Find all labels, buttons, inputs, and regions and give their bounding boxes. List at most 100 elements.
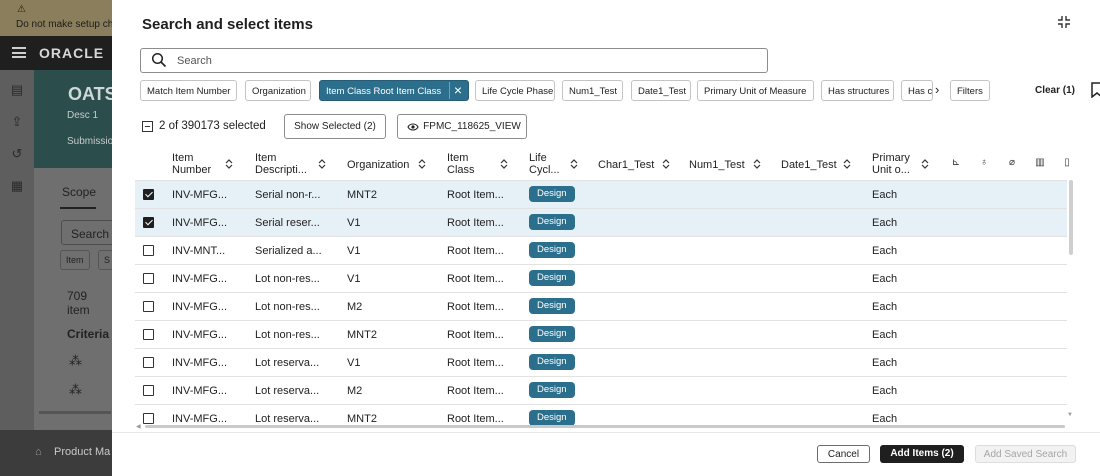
cell-item-number[interactable]: INV-MFG... <box>172 329 250 341</box>
row-select-checkbox[interactable] <box>143 329 154 340</box>
table-row[interactable]: INV-MFG... Serial reser... V1 Root Item... D… <box>135 208 1067 236</box>
cell-uom: Each <box>872 273 898 285</box>
filter-chip-num1[interactable]: Num1_Test <box>562 80 623 101</box>
filter-chip-primary-uom[interactable]: Primary Unit of Measure <box>697 80 814 101</box>
cell-item-number[interactable]: INV-MFG... <box>172 385 250 397</box>
history-icon[interactable]: ↺ <box>9 146 25 162</box>
clear-filters-button[interactable]: Clear (1) <box>1035 85 1075 96</box>
table-row[interactable]: INV-MFG... Lot reserva... MNT2 Root Item...… <box>135 404 1067 425</box>
factory-column-icon[interactable]: ▥ <box>1034 157 1046 169</box>
scroll-down-icon[interactable]: ▼ <box>1067 412 1073 418</box>
row-select-checkbox[interactable] <box>143 245 154 256</box>
bookmark-icon[interactable] <box>1090 82 1100 98</box>
sort-icon[interactable] <box>500 158 508 170</box>
report-icon[interactable]: ▤ <box>9 82 25 98</box>
export-icon[interactable]: ⇪ <box>9 114 25 130</box>
sort-icon[interactable] <box>418 158 426 170</box>
table-row[interactable]: INV-MFG... Lot non-res... M2 Root Item... De… <box>135 292 1067 320</box>
deselect-all-checkbox[interactable] <box>142 121 153 132</box>
filter-chip-has-structures[interactable]: Has structures <box>821 80 894 101</box>
home-icon[interactable]: ⌂ <box>35 446 42 458</box>
sort-icon[interactable] <box>225 158 233 170</box>
footer-label: Product Ma <box>54 446 111 458</box>
cell-description: Lot reserva... <box>255 413 320 425</box>
column-header-primary-uom[interactable]: Primary Unit o... <box>872 148 942 180</box>
document-column-icon[interactable]: ▯ <box>1061 157 1073 169</box>
cell-uom: Each <box>872 245 898 257</box>
sort-icon[interactable] <box>753 158 761 170</box>
background-chip[interactable]: Item <box>60 250 90 270</box>
view-selector-button[interactable]: FPMC_118625_VIEW <box>397 114 527 139</box>
cell-item-number[interactable]: INV-MFG... <box>172 301 250 313</box>
view-label: FPMC_118625_VIEW <box>423 121 521 132</box>
filter-chip-truncated[interactable]: Has c <box>901 80 933 101</box>
search-input[interactable] <box>177 52 757 69</box>
column-header-item-class[interactable]: Item Class <box>447 148 517 180</box>
cell-item-number[interactable]: INV-MFG... <box>172 217 250 229</box>
row-select-checkbox[interactable] <box>143 413 154 424</box>
row-select-checkbox[interactable] <box>143 217 154 228</box>
scroll-left-icon[interactable]: ◀ <box>136 423 141 430</box>
criteria-label: Criteria <box>67 327 110 341</box>
filter-chip-lifecycle-phase[interactable]: Life Cycle Phase <box>475 80 555 101</box>
remove-filter-icon[interactable]: × <box>449 82 463 99</box>
column-header-item-number[interactable]: Item Number <box>172 148 242 180</box>
row-select-checkbox[interactable] <box>143 301 154 312</box>
filter-chip-date1[interactable]: Date1_Test <box>631 80 691 101</box>
add-saved-search-button[interactable]: Add Saved Search <box>975 445 1076 463</box>
add-items-button[interactable]: Add Items (2) <box>880 445 964 463</box>
horizontal-scrollbar[interactable] <box>145 425 1065 428</box>
items-table: Item Number Item Descripti... Organizati… <box>135 148 1075 425</box>
cell-item-number[interactable]: INV-MFG... <box>172 357 250 369</box>
cell-item-number[interactable]: INV-MFG... <box>172 413 250 425</box>
menu-icon[interactable] <box>12 47 26 58</box>
filters-button[interactable]: Filters <box>950 80 990 101</box>
table-row[interactable]: INV-MFG... Lot reserva... M2 Root Item... De… <box>135 376 1067 404</box>
row-select-checkbox[interactable] <box>143 385 154 396</box>
attachment-column-icon[interactable]: ⌀ <box>1006 157 1018 169</box>
cancel-button[interactable]: Cancel <box>817 445 870 463</box>
table-row[interactable]: INV-MFG... Lot reserva... V1 Root Item... De… <box>135 348 1067 376</box>
sort-icon[interactable] <box>318 158 326 170</box>
cell-item-class: Root Item... <box>447 357 504 369</box>
row-select-checkbox[interactable] <box>143 357 154 368</box>
show-selected-button[interactable]: Show Selected (2) <box>284 114 386 139</box>
table-row[interactable]: INV-MFG... Lot non-res... MNT2 Root Item...… <box>135 320 1067 348</box>
table-row[interactable]: INV-MFG... Lot non-res... V1 Root Item... De… <box>135 264 1067 292</box>
chevron-right-icon[interactable]: › <box>935 82 939 97</box>
cell-item-number[interactable]: INV-MFG... <box>172 189 250 201</box>
column-header-char1[interactable]: Char1_Test <box>598 148 678 180</box>
tab-scope[interactable]: Scope <box>62 185 96 199</box>
column-header-lifecycle[interactable]: Life Cycl... <box>529 148 589 180</box>
search-field[interactable] <box>140 48 768 73</box>
warning-text: Do not make setup ch <box>16 19 114 30</box>
column-header-item-description[interactable]: Item Descripti... <box>255 148 335 180</box>
cell-description: Serial reser... <box>255 217 320 229</box>
background-scrollbar[interactable] <box>39 411 111 414</box>
filter-chip-organization[interactable]: Organization <box>245 80 311 101</box>
lifecycle-badge: Design <box>529 214 575 230</box>
structure-icon: ⁂ <box>69 382 82 397</box>
column-header-organization[interactable]: Organization <box>347 148 437 180</box>
lightbulb-column-icon[interactable]: ♁ <box>978 157 990 169</box>
collapse-icon[interactable] <box>1054 14 1074 34</box>
lifecycle-badge: Design <box>529 298 575 314</box>
row-select-checkbox[interactable] <box>143 273 154 284</box>
column-header-date1[interactable]: Date1_Test <box>781 148 861 180</box>
lifecycle-badge: Design <box>529 326 575 342</box>
row-select-checkbox[interactable] <box>143 189 154 200</box>
table-row[interactable]: INV-MNT... Serialized a... V1 Root Item... D… <box>135 236 1067 264</box>
structure-column-icon[interactable]: ⊾ <box>950 157 962 169</box>
vertical-scrollbar[interactable] <box>1069 180 1073 255</box>
table-row[interactable]: INV-MFG... Serial non-r... MNT2 Root Item..… <box>135 180 1067 208</box>
calendar-icon[interactable]: ▦ <box>9 178 25 194</box>
cell-item-number[interactable]: INV-MNT... <box>172 245 250 257</box>
sort-icon[interactable] <box>570 158 578 170</box>
filter-chip-item-class[interactable]: Item Class Root Item Class × <box>319 80 469 101</box>
sort-icon[interactable] <box>843 158 851 170</box>
sort-icon[interactable] <box>662 158 670 170</box>
filter-chip-match-item-number[interactable]: Match Item Number <box>140 80 237 101</box>
column-header-num1[interactable]: Num1_Test <box>689 148 769 180</box>
sort-icon[interactable] <box>921 158 929 170</box>
cell-item-number[interactable]: INV-MFG... <box>172 273 250 285</box>
